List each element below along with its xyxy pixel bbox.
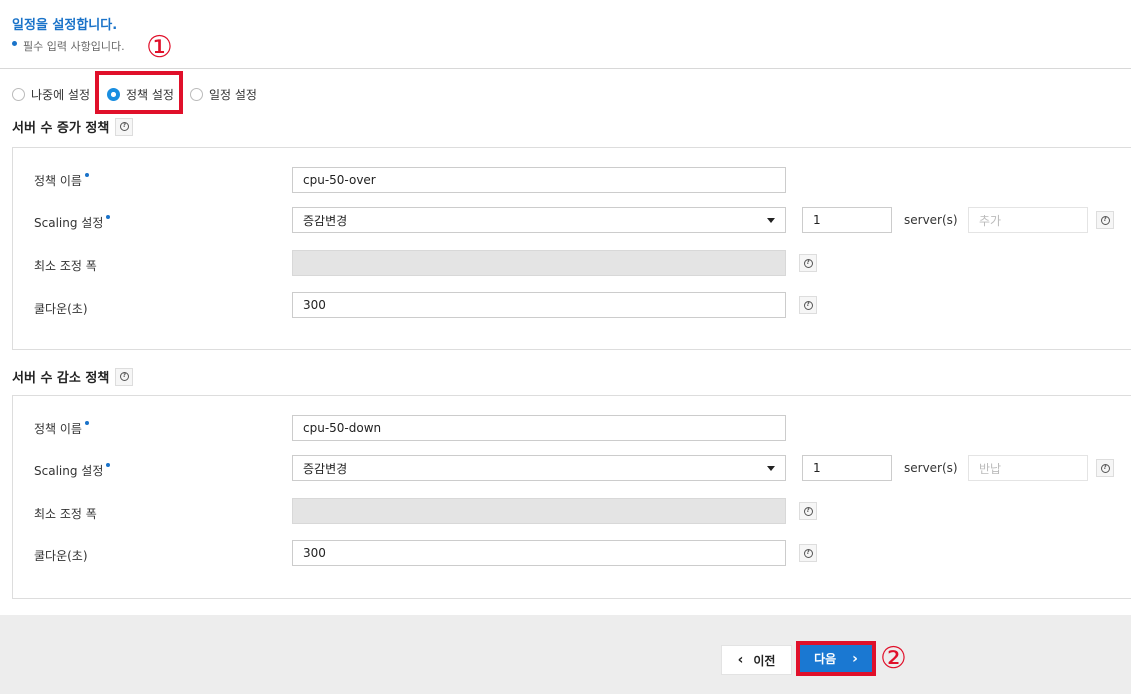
label-text: 정책 이름 bbox=[34, 422, 82, 436]
select-value: 증감변경 bbox=[303, 461, 348, 476]
next-button[interactable]: 다음 › bbox=[800, 645, 872, 672]
section-title-text: 서버 수 감소 정책 bbox=[12, 371, 110, 386]
help-button[interactable]: ? bbox=[115, 367, 134, 386]
radio-label: 나중에 설정 bbox=[31, 88, 91, 102]
label-text: Scaling 설정 bbox=[34, 464, 104, 478]
policy-name-input[interactable]: cpu-50-over bbox=[292, 167, 786, 193]
cooldown-input[interactable]: 300 bbox=[292, 540, 786, 566]
required-dot-icon bbox=[106, 215, 111, 219]
policy-name-label: 정책 이름 bbox=[34, 420, 89, 437]
required-note: 필수 입력 사항입니다. bbox=[12, 38, 125, 54]
radio-circle-icon bbox=[12, 88, 25, 101]
cooldown-label: 쿨다운(초) bbox=[34, 549, 88, 563]
help-button[interactable]: ? bbox=[115, 117, 134, 136]
next-label: 다음 bbox=[814, 652, 837, 666]
required-dot-icon bbox=[12, 41, 17, 46]
scaling-type-select[interactable]: 증감변경 bbox=[292, 207, 786, 233]
scaling-count-input[interactable]: 1 bbox=[802, 455, 892, 481]
radio-schedule-setting[interactable]: 일정 설정 bbox=[190, 86, 257, 103]
page-title: 일정을 설정합니다. bbox=[12, 18, 118, 33]
unit-label: server(s) bbox=[904, 213, 958, 227]
label-text: Scaling 설정 bbox=[34, 216, 104, 230]
min-step-input bbox=[292, 498, 786, 524]
radio-label: 정책 설정 bbox=[126, 88, 174, 102]
question-icon: ? bbox=[803, 506, 813, 516]
increase-policy-panel: 정책 이름 cpu-50-over Scaling 설정 증감변경 1 serv… bbox=[12, 147, 1131, 350]
select-value: 증감변경 bbox=[303, 213, 348, 228]
footer-bar bbox=[0, 615, 1131, 694]
dropdown-arrow-icon bbox=[767, 465, 775, 471]
radio-label: 일정 설정 bbox=[209, 88, 257, 102]
required-dot-icon bbox=[84, 421, 89, 425]
scaling-count-input[interactable]: 1 bbox=[802, 207, 892, 233]
required-note-text: 필수 입력 사항입니다. bbox=[23, 40, 125, 53]
scaling-setting-label: Scaling 설정 bbox=[34, 214, 111, 231]
question-icon: ? bbox=[1100, 463, 1110, 473]
question-icon: ? bbox=[803, 258, 813, 268]
radio-checked-icon bbox=[107, 88, 120, 101]
scaling-action-input[interactable]: 추가 bbox=[968, 207, 1088, 233]
min-step-label: 최소 조정 폭 bbox=[34, 507, 97, 521]
min-step-input bbox=[292, 250, 786, 276]
radio-set-later[interactable]: 나중에 설정 bbox=[12, 86, 90, 103]
help-button[interactable]: ? bbox=[799, 544, 817, 562]
scaling-action-input[interactable]: 반납 bbox=[968, 455, 1088, 481]
radio-policy-setting[interactable]: 정책 설정 bbox=[107, 86, 174, 103]
step-2-annotation: ② bbox=[880, 641, 907, 676]
required-dot-icon bbox=[84, 173, 89, 177]
decrease-policy-title: 서버 수 감소 정책 ? bbox=[12, 367, 134, 386]
help-button[interactable]: ? bbox=[799, 296, 817, 314]
policy-name-label: 정책 이름 bbox=[34, 172, 89, 189]
scaling-setting-label: Scaling 설정 bbox=[34, 462, 111, 479]
step-1-annotation: ① bbox=[146, 30, 173, 65]
cooldown-input[interactable]: 300 bbox=[292, 292, 786, 318]
help-button[interactable]: ? bbox=[1096, 211, 1114, 229]
help-button[interactable]: ? bbox=[799, 254, 817, 272]
prev-button[interactable]: ‹ 이전 bbox=[721, 645, 792, 675]
question-icon: ? bbox=[803, 548, 813, 558]
question-icon: ? bbox=[1100, 215, 1110, 225]
increase-policy-title: 서버 수 증가 정책 ? bbox=[12, 117, 134, 136]
section-title-text: 서버 수 증가 정책 bbox=[12, 121, 110, 136]
cooldown-label: 쿨다운(초) bbox=[34, 302, 88, 316]
chevron-right-icon: › bbox=[852, 650, 858, 667]
question-icon: ? bbox=[119, 372, 129, 381]
required-dot-icon bbox=[106, 463, 111, 467]
question-icon: ? bbox=[803, 300, 813, 310]
help-button[interactable]: ? bbox=[799, 502, 817, 520]
scaling-type-select[interactable]: 증감변경 bbox=[292, 455, 786, 481]
dropdown-arrow-icon bbox=[767, 217, 775, 223]
help-button[interactable]: ? bbox=[1096, 459, 1114, 477]
chevron-left-icon: ‹ bbox=[737, 652, 744, 668]
question-icon: ? bbox=[119, 122, 129, 131]
schedule-type-radio-group: 나중에 설정 정책 설정 일정 설정 bbox=[12, 86, 272, 104]
label-text: 정책 이름 bbox=[34, 174, 82, 188]
min-step-label: 최소 조정 폭 bbox=[34, 259, 97, 273]
divider bbox=[0, 68, 1131, 69]
policy-name-input[interactable]: cpu-50-down bbox=[292, 415, 786, 441]
unit-label: server(s) bbox=[904, 461, 958, 475]
decrease-policy-panel: 정책 이름 cpu-50-down Scaling 설정 증감변경 1 serv… bbox=[12, 395, 1131, 599]
prev-label: 이전 bbox=[753, 653, 776, 668]
radio-circle-icon bbox=[190, 88, 203, 101]
